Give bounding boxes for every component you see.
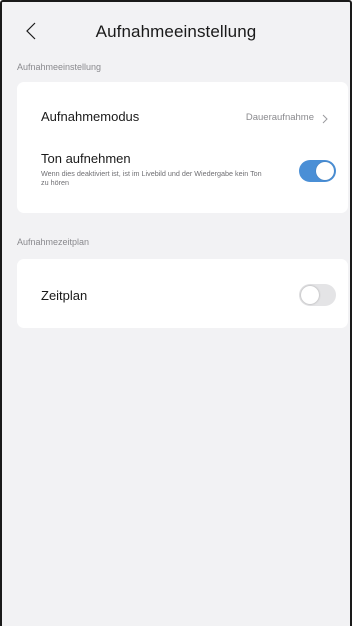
recording-mode-value: Daueraufnahme	[245, 112, 314, 123]
page-title: Aufnahmeeinstellung	[95, 22, 257, 41]
schedule-label: Zeitplan	[41, 288, 88, 303]
recording-mode-row[interactable]: Aufnahmemodus Daueraufnahme	[17, 82, 348, 148]
schedule-toggle[interactable]	[299, 284, 336, 306]
section-label-recording: Aufnahmeeinstellung	[17, 62, 102, 72]
toggle-knob	[301, 286, 319, 304]
recording-settings-card: Aufnahmemodus Daueraufnahme Ton aufnehme…	[17, 82, 348, 213]
schedule-card: Zeitplan	[17, 259, 348, 328]
section-label-schedule: Aufnahmezeitplan	[17, 237, 90, 247]
toggle-knob	[316, 162, 334, 180]
chevron-right-icon	[322, 111, 332, 124]
header: Aufnahmeeinstellung	[2, 2, 350, 56]
record-audio-row: Ton aufnehmen Wenn dies deaktiviert ist,…	[17, 148, 348, 213]
schedule-row: Zeitplan	[17, 259, 348, 328]
recording-mode-label: Aufnahmemodus	[41, 109, 140, 124]
record-audio-label: Ton aufnehmen	[41, 151, 131, 166]
record-audio-description: Wenn dies deaktiviert ist, ist im Livebi…	[41, 169, 262, 187]
record-audio-toggle[interactable]	[299, 160, 336, 182]
settings-screen: Aufnahmeeinstellung Aufnahmeeinstellung …	[0, 0, 352, 626]
